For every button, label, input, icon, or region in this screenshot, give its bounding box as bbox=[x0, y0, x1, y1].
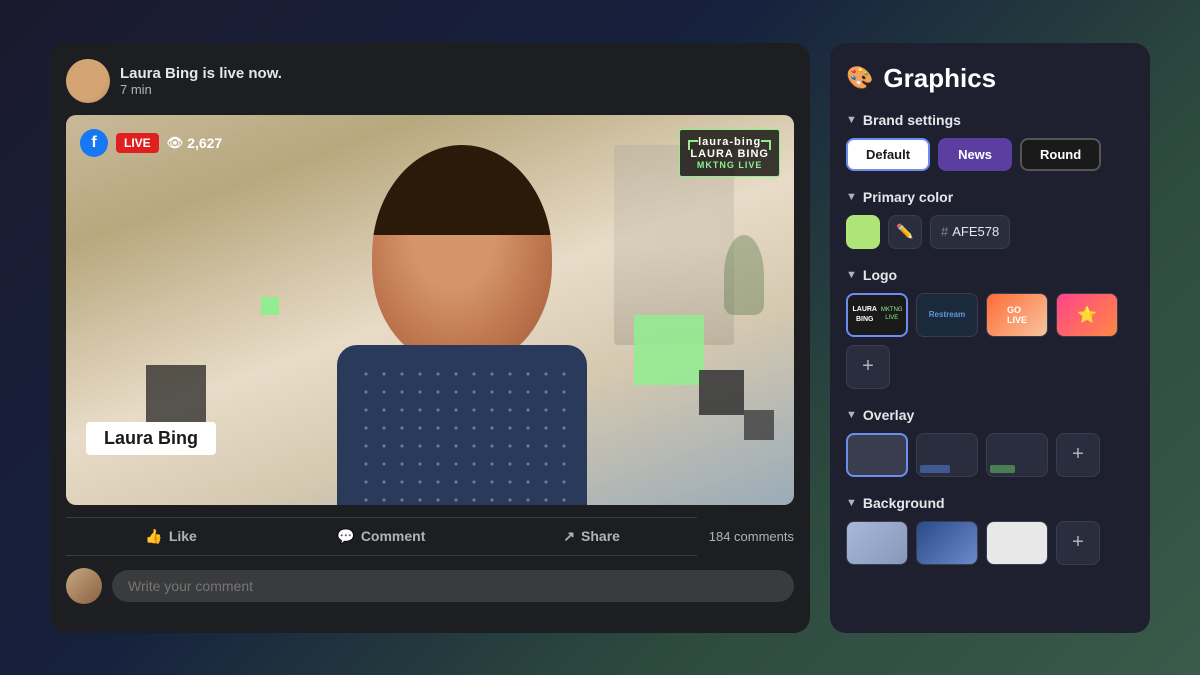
color-swatch[interactable] bbox=[846, 215, 880, 249]
brand-news-button[interactable]: News bbox=[938, 138, 1012, 171]
overlay-thumb-3[interactable] bbox=[986, 433, 1048, 477]
logo-thumb-star[interactable]: ⭐ bbox=[1056, 293, 1118, 337]
hair bbox=[372, 145, 552, 235]
background-label: Background bbox=[863, 495, 945, 511]
logo-section: ▼ Logo LAURA BING MKTNG LIVE Restream GO… bbox=[846, 267, 1134, 389]
color-hex-input[interactable]: # AFE578 bbox=[930, 215, 1010, 249]
overlay-label: Overlay bbox=[863, 407, 914, 423]
comments-count: 184 comments bbox=[697, 529, 794, 544]
chevron-icon: ▼ bbox=[846, 114, 857, 126]
facebook-post-panel: Laura Bing is live now. 7 min bbox=[50, 43, 810, 633]
eyedropper-button[interactable]: ✏️ bbox=[888, 215, 922, 249]
logo-add-button[interactable]: + bbox=[846, 345, 890, 389]
user-avatar bbox=[66, 59, 110, 103]
deco-small-green-square bbox=[261, 297, 279, 315]
watermark-overlay: laura-bing LAURA BING MKTNG LIVE bbox=[679, 129, 780, 177]
corner-tl bbox=[688, 140, 698, 150]
panel-title: 🎨 Graphics bbox=[846, 63, 1134, 94]
face bbox=[372, 145, 552, 365]
overlay-add-button[interactable]: + bbox=[1056, 433, 1100, 477]
post-username: Laura Bing is live now. bbox=[120, 65, 282, 82]
post-actions: 👍 Like 💬 Comment ↗ Share bbox=[66, 517, 697, 556]
background-section: ▼ Background + bbox=[846, 495, 1134, 565]
color-row: ✏️ # AFE578 bbox=[846, 215, 1134, 249]
background-header[interactable]: ▼ Background bbox=[846, 495, 1134, 511]
like-button[interactable]: 👍 Like bbox=[66, 522, 276, 551]
graphics-panel: 🎨 Graphics ▼ Brand settings Default News… bbox=[830, 43, 1150, 633]
bg-thumb-2[interactable] bbox=[916, 521, 978, 565]
video-area: f LIVE 👁 2,627 laura-bing LAURA BING MKT… bbox=[66, 115, 794, 505]
watermark-line2: MKTNG LIVE bbox=[690, 160, 769, 170]
person-silhouette bbox=[302, 125, 622, 505]
palette-icon: 🎨 bbox=[846, 65, 873, 91]
watermark-name: laura-bing bbox=[690, 136, 769, 148]
background-add-button[interactable]: + bbox=[1056, 521, 1100, 565]
logo-header[interactable]: ▼ Logo bbox=[846, 267, 1134, 283]
share-button[interactable]: ↗ Share bbox=[487, 522, 697, 551]
panel-title-text: Graphics bbox=[883, 63, 996, 94]
comment-button[interactable]: 💬 Comment bbox=[276, 522, 486, 551]
actions-row: 👍 Like 💬 Comment ↗ Share 184 comments bbox=[66, 517, 794, 556]
shirt bbox=[337, 345, 587, 505]
commenter-avatar bbox=[66, 568, 102, 604]
thumbs-up-icon: 👍 bbox=[145, 528, 162, 545]
overlay-thumbnails: + bbox=[846, 433, 1134, 477]
post-time: 7 min bbox=[120, 82, 282, 97]
bg-plant-decoration bbox=[724, 235, 764, 315]
facebook-icon: f bbox=[80, 129, 108, 157]
eye-icon: 👁 bbox=[167, 135, 184, 151]
brand-buttons: Default News Round bbox=[846, 138, 1134, 171]
brand-round-button[interactable]: Round bbox=[1020, 138, 1101, 171]
comment-input[interactable] bbox=[112, 570, 794, 602]
logo-thumbnails: LAURA BING MKTNG LIVE Restream GOLIVE ⭐ … bbox=[846, 293, 1134, 389]
live-badge: LIVE bbox=[116, 133, 159, 153]
comment-icon: 💬 bbox=[337, 528, 354, 545]
background-thumbnails: + bbox=[846, 521, 1134, 565]
chevron-icon: ▼ bbox=[846, 269, 857, 281]
brand-settings-header[interactable]: ▼ Brand settings bbox=[846, 112, 1134, 128]
bg-thumb-1[interactable] bbox=[846, 521, 908, 565]
lower-third-name: Laura Bing bbox=[104, 428, 198, 448]
post-header: Laura Bing is live now. 7 min bbox=[66, 59, 794, 103]
primary-color-label: Primary color bbox=[863, 189, 953, 205]
brand-settings-label: Brand settings bbox=[863, 112, 961, 128]
viewer-count: 👁 2,627 bbox=[167, 135, 223, 151]
overlay-thumb-2[interactable] bbox=[916, 433, 978, 477]
eyedropper-icon: ✏️ bbox=[896, 223, 913, 240]
logo-thumb-golive[interactable]: GOLIVE bbox=[986, 293, 1048, 337]
brand-default-button[interactable]: Default bbox=[846, 138, 930, 171]
chevron-icon: ▼ bbox=[846, 191, 857, 203]
watermark-line1: LAURA BING bbox=[690, 148, 769, 160]
chevron-icon: ▼ bbox=[846, 409, 857, 421]
primary-color-section: ▼ Primary color ✏️ # AFE578 bbox=[846, 189, 1134, 249]
brand-settings-section: ▼ Brand settings Default News Round bbox=[846, 112, 1134, 171]
share-icon: ↗ bbox=[563, 528, 575, 545]
shirt-dots bbox=[357, 365, 567, 505]
hash-symbol: # bbox=[941, 224, 948, 239]
main-container: Laura Bing is live now. 7 min bbox=[50, 43, 1150, 633]
corner-tr bbox=[761, 140, 771, 150]
lower-third: Laura Bing bbox=[86, 422, 216, 455]
post-user-info: Laura Bing is live now. 7 min bbox=[120, 65, 282, 97]
overlay-section: ▼ Overlay + bbox=[846, 407, 1134, 477]
logo-thumb-laura-bing[interactable]: LAURA BING MKTNG LIVE bbox=[846, 293, 908, 337]
live-bar: f LIVE 👁 2,627 bbox=[80, 129, 222, 157]
color-hex-value: AFE578 bbox=[952, 224, 999, 239]
logo-label: Logo bbox=[863, 267, 897, 283]
chevron-icon: ▼ bbox=[846, 497, 857, 509]
deco-dark-square-2 bbox=[744, 410, 774, 440]
overlay-header[interactable]: ▼ Overlay bbox=[846, 407, 1134, 423]
primary-color-header[interactable]: ▼ Primary color bbox=[846, 189, 1134, 205]
deco-green-square bbox=[634, 315, 704, 385]
deco-dark-square-1 bbox=[699, 370, 744, 415]
logo-thumb-restream[interactable]: Restream bbox=[916, 293, 978, 337]
comment-row bbox=[66, 568, 794, 604]
overlay-thumb-1[interactable] bbox=[846, 433, 908, 477]
bg-thumb-3[interactable] bbox=[986, 521, 1048, 565]
